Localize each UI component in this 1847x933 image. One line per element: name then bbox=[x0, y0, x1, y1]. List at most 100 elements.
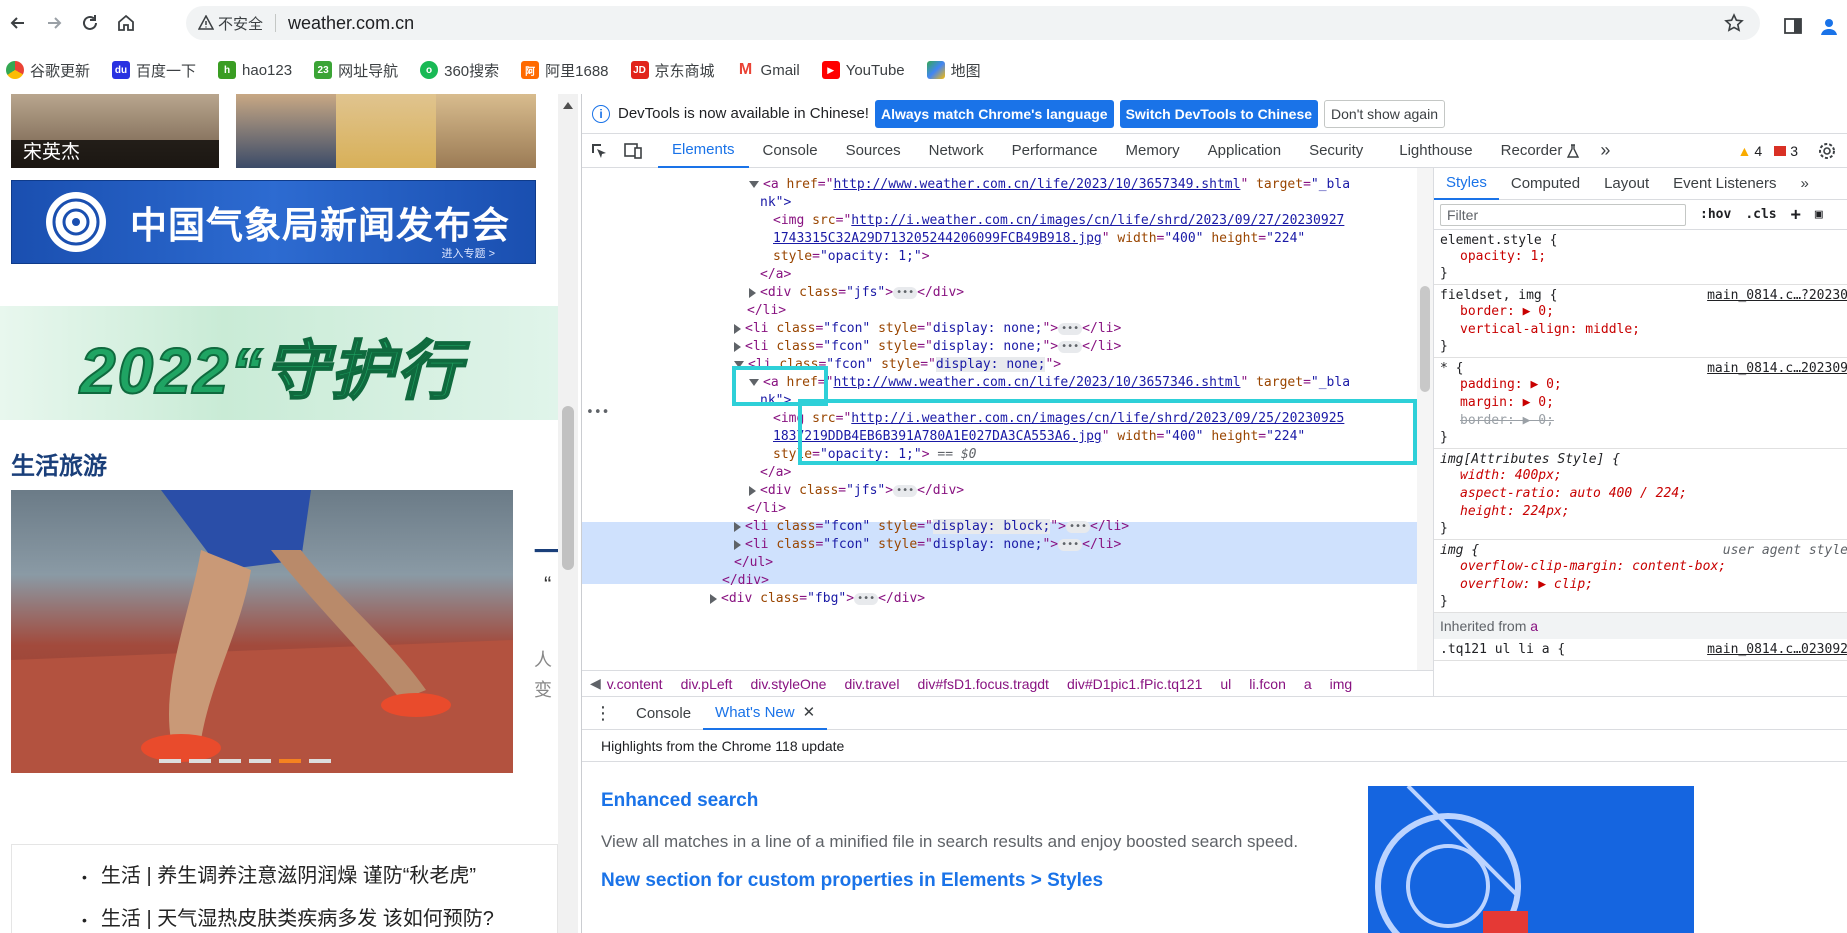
drawer-tab-console[interactable]: Console bbox=[624, 696, 703, 730]
expand-triangle-icon[interactable] bbox=[734, 323, 741, 334]
dom-node-img-cont[interactable]: 1743315C32A29D713205244206099FCB49B918.j… bbox=[773, 230, 1305, 248]
styles-filter-input[interactable]: Filter bbox=[1440, 203, 1686, 226]
ellipsis-icon[interactable]: ••• bbox=[1065, 520, 1090, 533]
device-toolbar-button[interactable] bbox=[616, 134, 650, 168]
breadcrumb-left-arrow-icon[interactable]: ◀ bbox=[590, 675, 601, 692]
more-panes-button[interactable]: » bbox=[1789, 168, 1821, 200]
drawer-tab-whats-new[interactable]: What's New ✕ bbox=[703, 696, 828, 730]
guard-action-banner[interactable]: 2022“守护行动” bbox=[0, 306, 558, 420]
more-tabs-button[interactable]: » bbox=[1588, 134, 1622, 168]
node-actions-icon[interactable]: ••• bbox=[586, 404, 609, 422]
bookmark-item[interactable]: M Gmail bbox=[736, 61, 800, 79]
tab-console[interactable]: Console bbox=[749, 134, 832, 168]
tab-memory[interactable]: Memory bbox=[1112, 134, 1194, 168]
breadcrumb-item[interactable]: ul bbox=[1220, 676, 1231, 692]
expand-triangle-icon[interactable] bbox=[734, 539, 741, 550]
dom-node-img[interactable]: <img src="http://i.weather.com.cn/images… bbox=[773, 212, 1344, 230]
address-bar[interactable]: 不安全 weather.com.cn bbox=[186, 6, 1760, 40]
style-rule-universal[interactable]: * { main_0814.c…202309 padding: ▶ 0; mar… bbox=[1434, 358, 1847, 449]
style-rule-element[interactable]: element.style { opacity: 1; } bbox=[1434, 230, 1847, 285]
node-link[interactable]: http://i.weather.com.cn/images/cn/life/s… bbox=[851, 213, 1344, 228]
ellipsis-icon[interactable]: ••• bbox=[893, 484, 918, 497]
tab-network[interactable]: Network bbox=[915, 134, 998, 168]
tab-elements[interactable]: Elements bbox=[658, 134, 749, 168]
elements-scrollbar[interactable] bbox=[1417, 168, 1433, 670]
slide-dot[interactable] bbox=[219, 759, 241, 763]
dom-node-li[interactable]: <li class="fcon" style="display: none;">… bbox=[734, 536, 1121, 554]
bookmark-item[interactable]: 地图 bbox=[926, 60, 981, 81]
whats-new-title[interactable]: Enhanced search bbox=[601, 790, 758, 812]
style-rule-inherited[interactable]: .tq121 ul li a { main_0814.c…023092 bbox=[1434, 639, 1847, 661]
node-link[interactable]: http://www.weather.com.cn/life/2023/10/3… bbox=[833, 375, 1240, 390]
dom-node-a-selected-parent[interactable]: <a href="http://www.weather.com.cn/life/… bbox=[749, 374, 1350, 392]
bookmark-item[interactable]: JD 京东商城 bbox=[630, 60, 715, 81]
tab-recorder[interactable]: Recorder bbox=[1487, 134, 1589, 168]
breadcrumb-item[interactable]: div.travel bbox=[844, 676, 899, 692]
ellipsis-icon[interactable]: ••• bbox=[1058, 322, 1083, 335]
tab-security[interactable]: Security bbox=[1295, 134, 1377, 168]
breadcrumb-item[interactable]: div.pLeft bbox=[681, 676, 733, 692]
news-item[interactable]: 生活 | 养生调养注意滋阴润燥 谨防“秋老虎” bbox=[82, 859, 557, 888]
tab-sources[interactable]: Sources bbox=[832, 134, 915, 168]
presenter-photo[interactable] bbox=[336, 94, 436, 168]
home-button[interactable] bbox=[108, 5, 144, 41]
stylesheet-link[interactable]: main_0814.c…?20230 bbox=[1707, 288, 1847, 303]
dom-node-div[interactable]: <div class="jfs"> ••• </div> bbox=[749, 284, 964, 302]
security-indicator[interactable]: 不安全 bbox=[198, 13, 263, 34]
dom-close-a[interactable]: </a> bbox=[760, 464, 791, 482]
person-photo[interactable]: 宋英杰 bbox=[11, 94, 219, 168]
bookmark-item[interactable]: ▶ YouTube bbox=[821, 61, 905, 79]
url-text[interactable]: weather.com.cn bbox=[288, 13, 414, 34]
bookmark-item[interactable]: o 360搜索 bbox=[420, 60, 499, 81]
style-rule-user-agent[interactable]: img { user agent style overflow-clip-mar… bbox=[1434, 540, 1847, 613]
dom-node-a[interactable]: <a href="http://www.weather.com.cn/life/… bbox=[749, 176, 1350, 194]
slide-dot[interactable] bbox=[309, 759, 331, 763]
ellipsis-icon[interactable]: ••• bbox=[893, 286, 918, 299]
settings-button[interactable] bbox=[1810, 134, 1844, 168]
dont-show-again-button[interactable]: Don't show again bbox=[1324, 99, 1445, 128]
tab-layout[interactable]: Layout bbox=[1592, 168, 1661, 200]
presenter-photo[interactable] bbox=[236, 94, 336, 168]
expand-triangle-icon[interactable] bbox=[734, 341, 741, 352]
reload-button[interactable] bbox=[72, 5, 108, 41]
dom-close-li[interactable]: </li> bbox=[747, 500, 786, 518]
whats-new-title[interactable]: New section for custom properties in Ele… bbox=[601, 870, 1103, 892]
scroll-thumb[interactable] bbox=[562, 406, 574, 570]
breadcrumb-item[interactable]: div#D1pic1.fPic.tq121 bbox=[1067, 676, 1202, 692]
tab-event-listeners[interactable]: Event Listeners bbox=[1661, 168, 1788, 200]
dom-node-div[interactable]: <div class="jfs"> ••• </div> bbox=[749, 482, 964, 500]
breadcrumb-item[interactable]: div#fsD1.focus.tragdt bbox=[917, 676, 1049, 692]
style-rule-fieldset[interactable]: fieldset, img { main_0814.c…?20230 borde… bbox=[1434, 285, 1847, 358]
dom-node-div-fbg[interactable]: <div class="fbg"> ••• </div> bbox=[710, 590, 925, 608]
dom-node-li[interactable]: <li class="fcon" style="display: block;"… bbox=[734, 518, 1129, 536]
ellipsis-icon[interactable]: ••• bbox=[1058, 538, 1083, 551]
breadcrumb-item[interactable]: v.content bbox=[607, 676, 663, 692]
collapse-triangle-icon[interactable] bbox=[749, 181, 759, 188]
expand-triangle-icon[interactable] bbox=[734, 521, 741, 532]
scroll-up-icon[interactable] bbox=[563, 102, 573, 109]
page-scrollbar[interactable] bbox=[558, 94, 578, 933]
tab-styles[interactable]: Styles bbox=[1434, 168, 1499, 200]
presenter-photo[interactable] bbox=[436, 94, 536, 168]
dom-close-a[interactable]: </a> bbox=[760, 266, 791, 284]
dom-node-img-style[interactable]: style="opacity: 1;"> bbox=[773, 248, 930, 266]
forward-button[interactable] bbox=[36, 5, 72, 41]
node-link[interactable]: http://www.weather.com.cn/life/2023/10/3… bbox=[833, 177, 1240, 192]
new-rule-icon[interactable]: + bbox=[1791, 205, 1801, 225]
inspect-element-button[interactable] bbox=[582, 134, 616, 168]
bookmark-item[interactable]: 阿阿里1688 bbox=[521, 60, 609, 81]
expand-triangle-icon[interactable] bbox=[710, 593, 717, 604]
side-panel-button[interactable] bbox=[1775, 8, 1811, 44]
bookmark-item[interactable]: du 百度一下 bbox=[112, 60, 196, 81]
dom-node-li[interactable]: <li class="fcon" style="display: none;">… bbox=[734, 338, 1121, 356]
match-language-button[interactable]: Always match Chrome's language bbox=[874, 99, 1114, 128]
class-toggle[interactable]: .cls bbox=[1745, 207, 1776, 222]
expand-triangle-icon[interactable] bbox=[749, 485, 756, 496]
bookmark-star-icon[interactable] bbox=[1724, 13, 1744, 33]
dom-close-div[interactable]: </div> bbox=[722, 572, 769, 590]
back-button[interactable] bbox=[0, 5, 36, 41]
slide-dot-active[interactable] bbox=[279, 759, 301, 763]
close-icon[interactable]: ✕ bbox=[803, 703, 816, 721]
slide-dot[interactable] bbox=[159, 759, 181, 763]
inherited-element-link[interactable]: a bbox=[1530, 618, 1538, 634]
